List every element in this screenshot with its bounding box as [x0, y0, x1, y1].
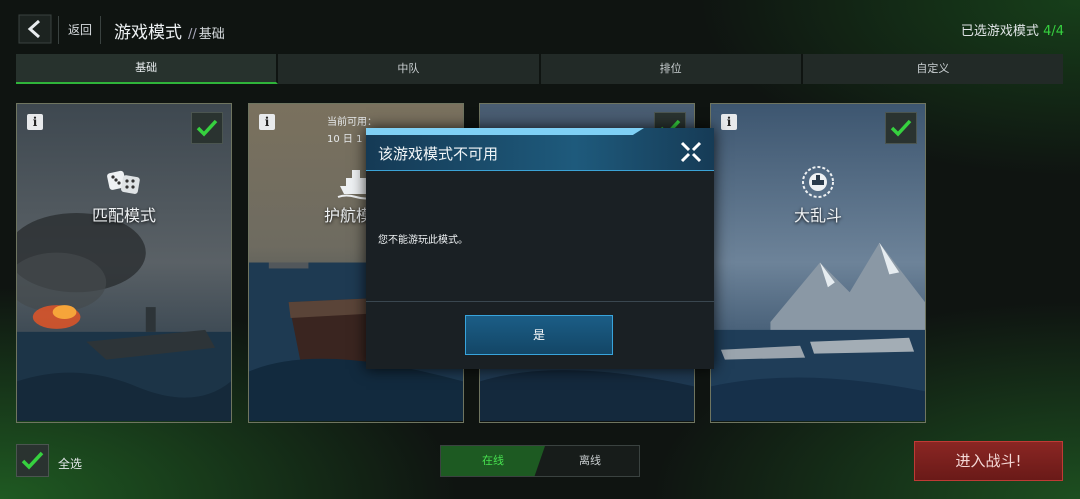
- divider: [100, 16, 101, 44]
- mode-checkbox[interactable]: [885, 112, 917, 144]
- offline-toggle-option[interactable]: 离线: [541, 446, 639, 476]
- online-offline-toggle: 在线 离线: [440, 445, 640, 477]
- divider: [58, 16, 59, 44]
- enter-battle-button[interactable]: 进入战斗!: [914, 441, 1063, 481]
- checkmark-icon: [890, 119, 912, 137]
- dialog-header: 该游戏模式不可用: [366, 128, 714, 171]
- page-title: 游戏模式//基础: [114, 23, 225, 43]
- mode-label: 大乱斗: [793, 206, 842, 225]
- divider: [366, 301, 714, 302]
- selected-modes-count: 已选游戏模式 4/4: [960, 24, 1064, 39]
- online-toggle-option[interactable]: 在线: [441, 446, 545, 476]
- select-all-label[interactable]: 全选: [58, 455, 82, 472]
- dice-icon: [107, 170, 140, 194]
- mode-unavailable-dialog: 该游戏模式不可用 您不能游玩此模式。 是: [366, 128, 714, 369]
- close-icon[interactable]: [678, 139, 704, 165]
- mode-card-random[interactable]: i 匹配模式: [16, 103, 232, 423]
- dialog-title: 该游戏模式不可用: [378, 145, 499, 163]
- checkmark-icon: [21, 451, 44, 470]
- info-icon[interactable]: i: [259, 114, 275, 130]
- tab-ranked[interactable]: 排位: [540, 54, 803, 84]
- mode-card-brawl[interactable]: i 大乱斗: [710, 103, 926, 423]
- chevron-left-icon: [18, 14, 52, 44]
- mode-card-art: [17, 104, 231, 422]
- select-all-checkbox[interactable]: [16, 444, 49, 477]
- mode-tabs: 基础 中队 排位 自定义: [16, 54, 1063, 84]
- checkmark-icon: [196, 119, 218, 137]
- mode-label: 匹配模式: [91, 206, 156, 225]
- dialog-message: 您不能游玩此模式。: [378, 235, 468, 246]
- brawl-emblem-icon: [802, 166, 834, 198]
- back-label[interactable]: 返回: [68, 21, 92, 38]
- mode-checkbox[interactable]: [191, 112, 223, 144]
- mode-card-art: [711, 104, 925, 422]
- info-icon[interactable]: i: [721, 114, 737, 130]
- back-button[interactable]: [18, 14, 52, 44]
- confirm-button[interactable]: 是: [465, 315, 613, 355]
- tab-basic[interactable]: 基础: [16, 54, 279, 84]
- tab-squadron[interactable]: 中队: [278, 54, 541, 84]
- info-icon[interactable]: i: [27, 114, 43, 130]
- tab-custom[interactable]: 自定义: [802, 54, 1063, 84]
- dialog-header-stripe: [366, 128, 644, 135]
